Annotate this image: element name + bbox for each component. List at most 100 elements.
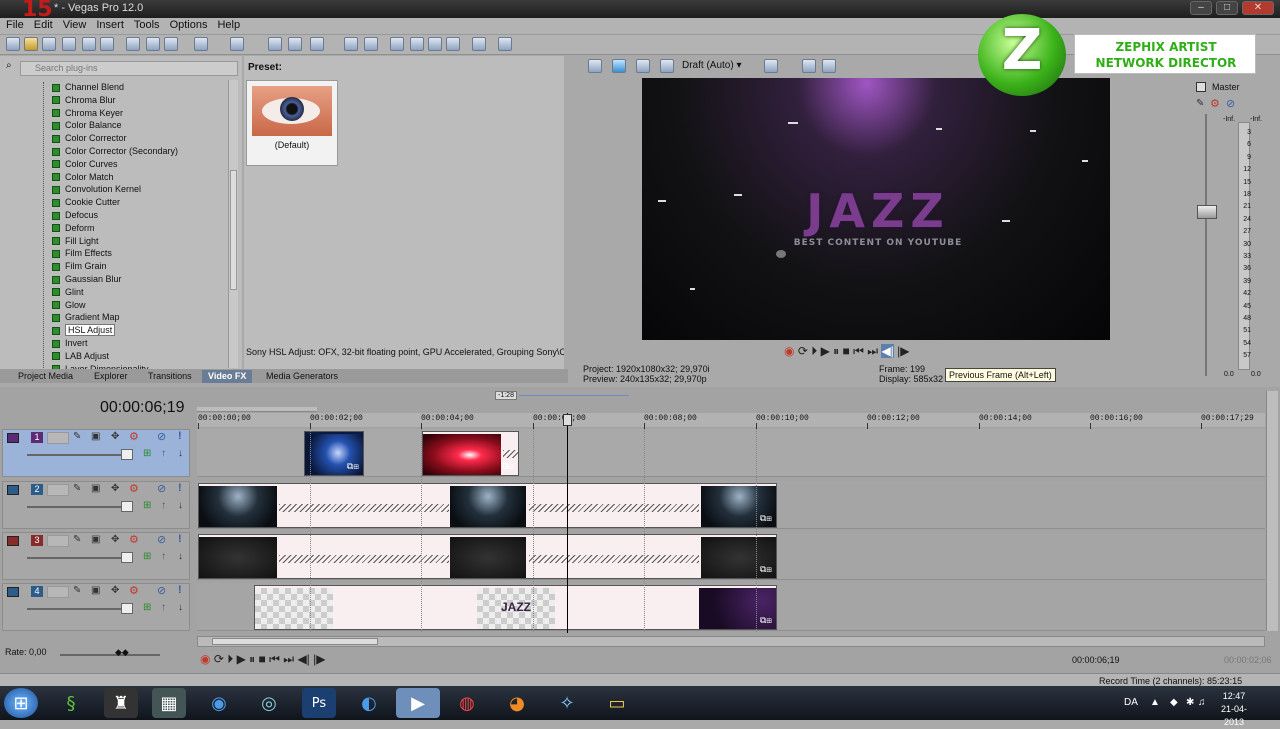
maximize-button[interactable]: □	[1216, 1, 1238, 15]
track-name-field[interactable]	[47, 535, 69, 547]
timeline-horizontal-scrollbar[interactable]	[197, 636, 1265, 647]
track-add-icon[interactable]: ⊞	[143, 500, 151, 511]
playhead-cursor[interactable]	[567, 413, 568, 633]
plugin-tree-item[interactable]: Film Grain	[52, 260, 232, 273]
menu-insert[interactable]: Insert	[90, 18, 128, 31]
save-icon[interactable]	[42, 37, 56, 51]
video-event[interactable]: ⧉⊞	[198, 483, 777, 528]
timeline-prev-frame-icon[interactable]: ◀|	[297, 652, 309, 666]
tab-explorer[interactable]: Explorer	[88, 370, 134, 383]
event-fx-icon[interactable]: ⧉⊞	[760, 564, 772, 575]
redo-icon[interactable]	[230, 37, 244, 51]
master-fx-icon[interactable]: ✎	[1196, 98, 1204, 109]
track-level-slider[interactable]	[27, 506, 121, 508]
track-gear-icon[interactable]: ⚙	[129, 584, 139, 597]
plugin-tree-item[interactable]: Color Balance	[52, 119, 232, 132]
timeline-go-end-icon[interactable]: ⏭	[283, 652, 294, 666]
menu-view[interactable]: View	[57, 18, 91, 31]
track-up-icon[interactable]: ↑	[161, 602, 166, 613]
copy-snapshot-icon[interactable]	[802, 59, 816, 73]
envelope-tool-icon[interactable]	[288, 37, 302, 51]
network-app-icon[interactable]: ✧	[550, 688, 584, 718]
timeline-loop-icon[interactable]: ⟳	[214, 652, 224, 666]
plugin-tree-item[interactable]: Fill Light	[52, 235, 232, 248]
plugin-tree-item[interactable]: Chroma Blur	[52, 94, 232, 107]
play-icon[interactable]: ▶	[821, 344, 830, 358]
master-mute-icon[interactable]: ⊘	[1226, 97, 1235, 110]
track-fx-icon[interactable]: ▣	[91, 431, 100, 442]
globe-app-icon[interactable]: ◉	[202, 688, 236, 718]
close-button[interactable]: ✕	[1242, 1, 1274, 15]
timeline-stop-icon[interactable]: ■	[259, 652, 266, 666]
menu-edit[interactable]: Edit	[28, 18, 57, 31]
track-composite-icon[interactable]: ✥	[111, 585, 119, 596]
plugin-tree-item[interactable]: Film Effects	[52, 247, 232, 260]
track-mute-icon[interactable]: ⊘	[157, 533, 166, 546]
event-fx-icon[interactable]: ⧉⊞	[760, 513, 772, 524]
track-motion-icon[interactable]: ✎	[73, 585, 81, 596]
menu-options[interactable]: Options	[164, 18, 212, 31]
razer-icon[interactable]: §	[54, 688, 88, 718]
whats-this-icon[interactable]	[472, 37, 486, 51]
preview-fx-icon[interactable]	[636, 59, 650, 73]
track-solo-icon[interactable]: !	[178, 584, 182, 596]
playhead-handle[interactable]	[563, 414, 572, 426]
go-to-end-icon[interactable]: ⏭	[867, 344, 878, 358]
plugin-search-input[interactable]: Search plug-ins	[20, 61, 238, 76]
event-fx-icon[interactable]: ⧉⊞	[502, 461, 514, 472]
search-icon[interactable]: ⌕	[6, 60, 16, 74]
track-expand-icon[interactable]	[7, 536, 19, 546]
go-to-start-icon[interactable]: ⏮	[853, 344, 864, 358]
auto-ripple-icon[interactable]	[390, 37, 404, 51]
properties-icon[interactable]	[100, 37, 114, 51]
tab-project-media[interactable]: Project Media	[12, 370, 79, 383]
rate-slider-thumb[interactable]: ◆◆	[115, 647, 135, 657]
taskbar-clock[interactable]: 12:47 21-04-2013	[1212, 690, 1256, 729]
track-composite-icon[interactable]: ✥	[111, 431, 119, 442]
tab-video-fx[interactable]: Video FX	[202, 370, 253, 383]
tray-arrow-icon[interactable]: ▲	[1150, 697, 1160, 708]
track-solo-icon[interactable]: !	[178, 430, 182, 442]
track-level-thumb[interactable]	[121, 603, 133, 614]
track-header[interactable]: 4 ✎ ▣ ✥ ⚙ ⊘! ⊞ ↑ ↓	[2, 583, 190, 631]
menu-file[interactable]: File	[0, 18, 28, 31]
language-indicator[interactable]: DA	[1124, 697, 1138, 708]
explorer-icon[interactable]: ▭	[600, 688, 634, 718]
track-gear-icon[interactable]: ⚙	[129, 430, 139, 443]
track-mute-icon[interactable]: ⊘	[157, 584, 166, 597]
plugin-tree-item[interactable]: LAB Adjust	[52, 350, 232, 363]
track-fx-icon[interactable]: ▣	[91, 483, 100, 494]
track-add-icon[interactable]: ⊞	[143, 448, 151, 459]
game-app-icon[interactable]: ♜	[104, 688, 138, 718]
track-gear-icon[interactable]: ⚙	[129, 533, 139, 546]
plugin-list-scrollbar[interactable]	[228, 80, 238, 368]
plugin-tree-item[interactable]: Convolution Kernel	[52, 183, 232, 196]
timeline-pause-icon[interactable]: ⏸	[249, 652, 255, 666]
menu-tools[interactable]: Tools	[128, 18, 164, 31]
loop-region-bar[interactable]	[197, 407, 317, 412]
track-motion-icon[interactable]: ✎	[73, 483, 81, 494]
timeline-go-start-icon[interactable]: ⏮	[269, 652, 280, 666]
save-snapshot-icon[interactable]	[822, 59, 836, 73]
timeline-record-icon[interactable]: ◉	[200, 652, 210, 666]
track-solo-icon[interactable]: !	[178, 482, 182, 494]
track-fx-icon[interactable]: ▣	[91, 534, 100, 545]
track-down-icon[interactable]: ↓	[178, 500, 183, 511]
track-level-slider[interactable]	[27, 454, 121, 456]
timeline-play-icon[interactable]: ▶	[237, 652, 246, 666]
pause-icon[interactable]: ⏸	[833, 344, 839, 358]
tray-volume-icon[interactable]: ♫	[1198, 697, 1206, 708]
track-expand-icon[interactable]	[7, 587, 19, 597]
track-name-field[interactable]	[47, 432, 69, 444]
track-add-icon[interactable]: ⊞	[143, 602, 151, 613]
track-fx-icon[interactable]: ▣	[91, 585, 100, 596]
track-composite-icon[interactable]: ✥	[111, 483, 119, 494]
tray-network-icon[interactable]: ✱	[1186, 697, 1194, 708]
tab-transitions[interactable]: Transitions	[142, 370, 198, 383]
play-from-start-icon[interactable]: ⏵	[811, 344, 817, 358]
cut-icon[interactable]	[126, 37, 140, 51]
tab-media-generators[interactable]: Media Generators	[260, 370, 344, 383]
track-level-thumb[interactable]	[121, 449, 133, 460]
new-icon[interactable]	[6, 37, 20, 51]
track-mute-icon[interactable]: ⊘	[157, 482, 166, 495]
